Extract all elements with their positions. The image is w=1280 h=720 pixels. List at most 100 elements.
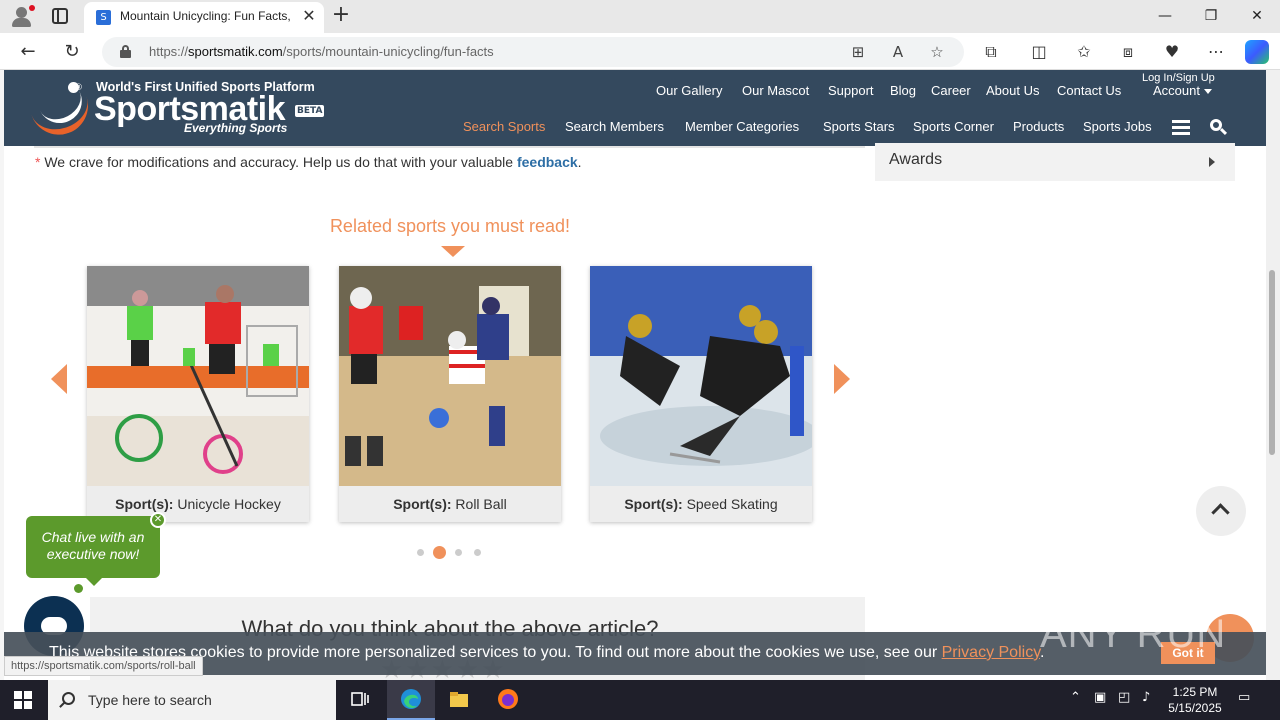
app-available-icon[interactable]: ⊞ bbox=[847, 41, 869, 63]
read-aloud-icon[interactable]: A bbox=[887, 41, 909, 63]
browser-tab-active[interactable]: S Mountain Unicycling: Fun Facts, ✕ bbox=[84, 2, 324, 33]
carousel-dot-4[interactable] bbox=[474, 549, 481, 556]
search-icon[interactable] bbox=[1210, 119, 1228, 136]
carousel-dot-2[interactable] bbox=[433, 546, 446, 559]
lock-icon[interactable] bbox=[120, 45, 131, 58]
close-tab-icon[interactable]: ✕ bbox=[300, 7, 318, 25]
taskbar-search-box[interactable]: Type here to search bbox=[48, 680, 336, 720]
edge-browser-icon[interactable] bbox=[387, 680, 435, 720]
browser-tab-bar: S Mountain Unicycling: Fun Facts, ✕ + — … bbox=[0, 0, 1280, 33]
nav-support[interactable]: Support bbox=[828, 83, 874, 98]
meet-now-icon[interactable]: ▣ bbox=[1094, 690, 1106, 705]
privacy-policy-link[interactable]: Privacy Policy bbox=[942, 644, 1040, 661]
related-card-unicycle-hockey[interactable]: Sport(s): Unicycle Hockey bbox=[87, 266, 309, 522]
roll-ball-photo[interactable] bbox=[339, 266, 561, 486]
page-viewport: ® World's First Unified Sports Platform … bbox=[0, 70, 1280, 680]
profile-icon[interactable] bbox=[10, 5, 35, 27]
page-scrollbar[interactable] bbox=[1266, 70, 1280, 680]
account-dropdown[interactable]: Account bbox=[1153, 83, 1212, 98]
title-pointer-icon bbox=[441, 246, 465, 257]
carousel-next-icon[interactable] bbox=[834, 364, 850, 394]
related-sports-title: Related sports you must read! bbox=[329, 216, 571, 236]
tab-title: Mountain Unicycling: Fun Facts, bbox=[120, 9, 291, 23]
nav-about-us[interactable]: About Us bbox=[986, 83, 1039, 98]
restore-icon[interactable]: ❐ bbox=[1196, 4, 1226, 28]
firefox-icon[interactable] bbox=[484, 680, 532, 720]
url-text[interactable]: https://sportsmatik.com/sports/mountain-… bbox=[149, 44, 494, 59]
site-favicon-icon: S bbox=[96, 10, 111, 25]
new-tab-button[interactable]: + bbox=[330, 3, 352, 29]
extensions-icon[interactable]: ⧉ bbox=[979, 40, 1003, 64]
taskbar-clock[interactable]: 1:25 PM 5/15/2025 bbox=[1160, 684, 1230, 716]
awards-label: Awards bbox=[889, 151, 943, 168]
scrollbar-thumb[interactable] bbox=[1269, 270, 1275, 455]
nav-sports-corner[interactable]: Sports Corner bbox=[913, 119, 994, 134]
feedback-link[interactable]: feedback bbox=[517, 154, 578, 170]
content-divider bbox=[34, 146, 865, 148]
registered-mark: ® bbox=[74, 83, 83, 93]
nav-our-mascot[interactable]: Our Mascot bbox=[742, 83, 809, 98]
close-window-icon[interactable]: ✕ bbox=[1242, 4, 1272, 28]
refresh-icon[interactable]: ↻ bbox=[59, 39, 85, 65]
address-bar[interactable]: https://sportsmatik.com/sports/mountain-… bbox=[102, 37, 964, 67]
carousel-dot-3[interactable] bbox=[455, 549, 462, 556]
nav-member-categories[interactable]: Member Categories bbox=[685, 119, 799, 134]
nav-our-gallery[interactable]: Our Gallery bbox=[656, 83, 722, 98]
file-explorer-icon[interactable] bbox=[435, 680, 483, 720]
nav-search-members[interactable]: Search Members bbox=[565, 119, 664, 134]
related-card-speed-skating[interactable]: Sport(s): Speed Skating bbox=[590, 266, 812, 522]
minimize-icon[interactable]: — bbox=[1150, 4, 1180, 28]
related-card-roll-ball[interactable]: Sport(s): Roll Ball bbox=[339, 266, 561, 522]
nav-contact-us[interactable]: Contact Us bbox=[1057, 83, 1121, 98]
carousel-pagination bbox=[417, 546, 487, 560]
task-view-icon[interactable] bbox=[336, 680, 384, 720]
nav-blog[interactable]: Blog bbox=[890, 83, 916, 98]
collections-icon[interactable]: ⧈ bbox=[1116, 40, 1140, 64]
nav-career[interactable]: Career bbox=[931, 83, 971, 98]
carousel-prev-icon[interactable] bbox=[51, 364, 67, 394]
windows-start-icon[interactable] bbox=[14, 691, 32, 709]
site-header: ® World's First Unified Sports Platform … bbox=[4, 70, 1266, 146]
nav-sports-jobs[interactable]: Sports Jobs bbox=[1083, 119, 1152, 134]
back-to-top-button[interactable] bbox=[1196, 486, 1246, 536]
chat-invite-text: Chat live with an executive now! bbox=[41, 529, 145, 562]
notifications-icon[interactable]: ▭ bbox=[1238, 690, 1250, 705]
sidebar-item-awards[interactable]: Awards bbox=[875, 143, 1235, 181]
beta-badge: BETA bbox=[295, 105, 325, 117]
anyrun-watermark: ANY RUN bbox=[1040, 612, 1227, 656]
logo-subtitle: Everything Sports bbox=[184, 121, 288, 135]
card-caption[interactable]: Sport(s): Speed Skating bbox=[590, 486, 812, 522]
nav-products[interactable]: Products bbox=[1013, 119, 1064, 134]
favorites-icon[interactable]: ✩ bbox=[1072, 40, 1096, 64]
nav-sports-stars[interactable]: Sports Stars bbox=[823, 119, 895, 134]
back-icon[interactable]: ← bbox=[15, 39, 41, 65]
sportsmatik-logo-icon[interactable] bbox=[30, 82, 96, 143]
performance-icon[interactable]: ♥ bbox=[1160, 40, 1184, 64]
chat-invite-bubble[interactable]: Chat live with an executive now! ✕ bbox=[26, 512, 166, 586]
hamburger-menu-icon[interactable] bbox=[1172, 120, 1190, 136]
asterisk: * bbox=[35, 154, 41, 170]
nav-search-sports[interactable]: Search Sports bbox=[463, 119, 545, 134]
volume-icon[interactable]: ♪ bbox=[1142, 690, 1150, 705]
copilot-icon[interactable] bbox=[1245, 40, 1269, 64]
chevron-up-icon bbox=[1211, 503, 1230, 522]
close-chat-invite-icon[interactable]: ✕ bbox=[150, 512, 166, 528]
card-caption[interactable]: Sport(s): Roll Ball bbox=[339, 486, 561, 522]
network-icon[interactable]: ◰ bbox=[1118, 690, 1130, 705]
tab-actions-icon[interactable] bbox=[52, 8, 68, 24]
taskbar-search-placeholder: Type here to search bbox=[88, 692, 212, 708]
show-hidden-icons-icon[interactable]: ⌃ bbox=[1070, 690, 1081, 705]
status-bar-url: https://sportsmatik.com/sports/roll-ball bbox=[4, 656, 203, 676]
chevron-right-icon bbox=[1209, 157, 1215, 167]
split-screen-icon[interactable]: ◫ bbox=[1027, 40, 1051, 64]
browser-toolbar: ← ↻ https://sportsmatik.com/sports/mount… bbox=[0, 33, 1280, 70]
unicycle-hockey-photo[interactable] bbox=[87, 266, 309, 486]
windows-taskbar: Type here to search ⌃ ▣ ◰ ♪ 1:25 PM 5/15… bbox=[0, 680, 1280, 720]
carousel-dot-1[interactable] bbox=[417, 549, 424, 556]
favorite-star-icon[interactable]: ☆ bbox=[926, 41, 948, 63]
caret-down-icon bbox=[1203, 89, 1212, 95]
feedback-note: * We crave for modifications and accurac… bbox=[35, 154, 582, 170]
chat-indicator-dot bbox=[74, 584, 83, 593]
speed-skating-photo[interactable] bbox=[590, 266, 812, 486]
more-menu-icon[interactable]: ⋯ bbox=[1204, 40, 1228, 64]
